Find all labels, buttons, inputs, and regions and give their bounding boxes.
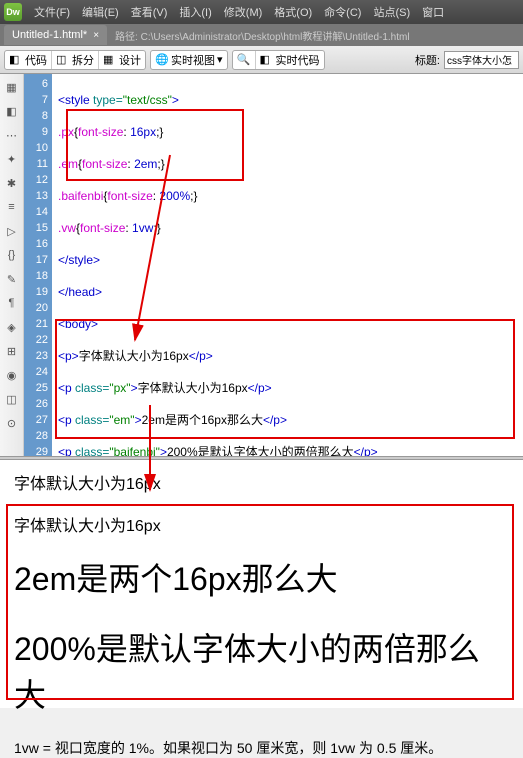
split-view-button[interactable]: ◫拆分 [52, 51, 99, 69]
side-tool[interactable]: ¶ [3, 294, 21, 312]
design-icon: ▦ [103, 53, 117, 67]
menu-file[interactable]: 文件(F) [28, 4, 76, 20]
path-value: C:\Users\Administrator\Desktop\html教程讲解\… [141, 32, 410, 43]
side-tool[interactable]: ≡ [3, 198, 21, 216]
side-tool[interactable]: ▷ [3, 222, 21, 240]
globe-icon: 🌐 [155, 53, 169, 67]
menubar: Dw 文件(F) 编辑(E) 查看(V) 插入(I) 修改(M) 格式(O) 命… [0, 0, 523, 24]
menu-insert[interactable]: 插入(I) [173, 4, 217, 20]
preview-pane: 字体默认大小为16px 字体默认大小为16px 2em是两个16px那么大 20… [0, 460, 523, 708]
toolbar: ◧代码 ◫拆分 ▦设计 🌐实时视图▾ 🔍 ◧实时代码 标题: [0, 46, 523, 74]
menu-window[interactable]: 窗口 [416, 4, 450, 20]
preview-text-em: 2em是两个16px那么大 [14, 554, 509, 600]
side-tool[interactable]: {} [3, 246, 21, 264]
tabbar: Untitled-1.html* × 路径: C:\Users\Administ… [0, 24, 523, 46]
split-icon: ◫ [56, 53, 70, 67]
inspect-button[interactable]: 🔍 [233, 51, 256, 69]
code-icon: ◧ [9, 53, 23, 67]
line-gutter: 6789101112131415161718192021222324252627… [24, 74, 52, 456]
tab-close-icon[interactable]: × [93, 30, 99, 41]
menu-edit[interactable]: 编辑(E) [76, 4, 125, 20]
tab-name: Untitled-1.html* [12, 29, 87, 41]
side-tool[interactable]: ✎ [3, 270, 21, 288]
live-code-button[interactable]: ◧实时代码 [256, 51, 324, 69]
side-tool[interactable]: ⊙ [3, 414, 21, 432]
preview-text-px: 字体默认大小为16px [14, 512, 509, 536]
menu-site[interactable]: 站点(S) [367, 4, 416, 20]
side-tool[interactable]: ⋯ [3, 126, 21, 144]
design-view-button[interactable]: ▦设计 [99, 51, 145, 69]
code-editor[interactable]: <style type="text/css"> .px{font-size: 1… [52, 74, 523, 456]
side-tool[interactable]: ✦ [3, 150, 21, 168]
title-input[interactable] [444, 51, 519, 69]
side-tool[interactable]: ◈ [3, 318, 21, 336]
menu-modify[interactable]: 修改(M) [218, 4, 269, 20]
live-view-button[interactable]: 🌐实时视图▾ [151, 51, 227, 69]
code-view-button[interactable]: ◧代码 [5, 51, 52, 69]
menu-view[interactable]: 查看(V) [125, 4, 174, 20]
side-tool[interactable]: ◧ [3, 102, 21, 120]
side-tool[interactable]: ✱ [3, 174, 21, 192]
preview-text-percent: 200%是默认字体大小的两倍那么大 [14, 624, 509, 716]
title-label: 标题: [415, 52, 440, 68]
side-toolbar: ▦ ◧ ⋯ ✦ ✱ ≡ ▷ {} ✎ ¶ ◈ ⊞ ◉ ◫ ⊙ [0, 74, 24, 456]
path-bar: 路径: C:\Users\Administrator\Desktop\html教… [107, 28, 523, 43]
editor-area: ▦ ◧ ⋯ ✦ ✱ ≡ ▷ {} ✎ ¶ ◈ ⊞ ◉ ◫ ⊙ 678910111… [0, 74, 523, 456]
inspect-icon: 🔍 [237, 53, 251, 67]
chevron-down-icon: ▾ [217, 53, 223, 66]
document-tab[interactable]: Untitled-1.html* × [4, 25, 107, 45]
path-label: 路径: [115, 32, 138, 43]
side-tool[interactable]: ⊞ [3, 342, 21, 360]
menu-format[interactable]: 格式(O) [268, 4, 318, 20]
app-logo: Dw [4, 3, 22, 21]
preview-text-vw: 1vw = 视口宽度的 1%。如果视口为 50 厘米宽，则 1vw 为 0.5 … [14, 738, 509, 758]
side-tool[interactable]: ◉ [3, 366, 21, 384]
side-tool[interactable]: ▦ [3, 78, 21, 96]
preview-text-default: 字体默认大小为16px [14, 470, 509, 494]
side-tool[interactable]: ◫ [3, 390, 21, 408]
live-code-icon: ◧ [260, 53, 274, 67]
menu-command[interactable]: 命令(C) [318, 4, 367, 20]
